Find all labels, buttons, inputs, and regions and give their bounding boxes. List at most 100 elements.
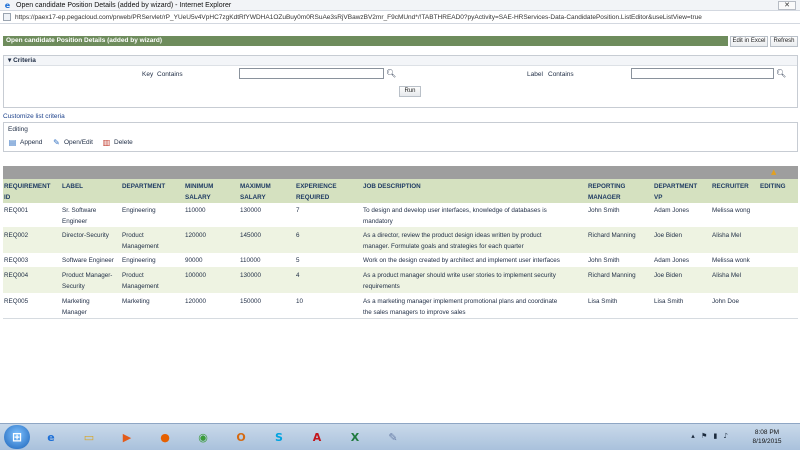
append-label: Append [20, 139, 43, 146]
window-title: Open candidate Position Details (added b… [16, 1, 232, 9]
col-recruiter[interactable]: RECRUITER [712, 181, 749, 192]
table-row[interactable]: REQ002 Director-Security Product Managem… [3, 227, 798, 253]
grid-toolbar [3, 166, 798, 179]
page-icon [3, 13, 11, 21]
cell-id: REQ002 [4, 232, 29, 239]
cell-id: REQ005 [4, 298, 29, 305]
cell-experience: 4 [296, 272, 300, 279]
table-row[interactable]: REQ004 Product Manager- Security Product… [3, 267, 798, 293]
label-search-icon[interactable]: 🔍︎ [776, 69, 786, 79]
col-reporting-manager-2: MANAGER [588, 194, 621, 201]
col-reporting-manager[interactable]: REPORTING [588, 181, 625, 192]
col-maximum-salary-2: SALARY [240, 194, 266, 201]
cell-min-salary: 100000 [185, 272, 207, 279]
cell-job-description: As a marketing manager implement promoti… [363, 298, 558, 305]
address-bar[interactable]: https://paex17-ep.pegacloud.com/prweb/PR… [0, 11, 800, 24]
delete-button[interactable]: ▥ Delete [102, 138, 133, 147]
chrome-taskbar-icon[interactable]: ◉ [190, 427, 216, 448]
col-minimum-salary[interactable]: MINIMUM [185, 181, 213, 192]
address-url[interactable]: https://paex17-ep.pegacloud.com/prweb/PR… [15, 14, 795, 21]
append-icon: ▤ [8, 138, 17, 147]
col-maximum-salary[interactable]: MAXIMUM [240, 181, 271, 192]
col-department-vp[interactable]: DEPARTMENT [654, 181, 697, 192]
cell-label: Product Manager- [62, 272, 113, 279]
cell-recruiter: Melissa wong [712, 207, 751, 214]
excel-taskbar-icon[interactable]: X [342, 427, 368, 448]
start-button[interactable]: ⊞ [4, 425, 30, 449]
collapse-icon[interactable]: ▾ [8, 57, 11, 64]
cell-job-description: Work on the design created by architect … [363, 257, 560, 264]
media-player-taskbar-icon[interactable]: ▶ [114, 427, 140, 448]
cell-department: Engineering [122, 257, 156, 264]
editing-panel: Editing ▤ Append ✎ Open/Edit ▥ Delete [3, 122, 798, 152]
key-search-input[interactable] [239, 68, 384, 79]
cell-id: REQ001 [4, 207, 29, 214]
col-requirement-id-2: ID [4, 194, 11, 201]
cell-job-description-2: manager. Formulate goals and strategies … [363, 243, 524, 250]
system-tray-icons[interactable]: ▴ ⚑ ▮ ♪ [691, 432, 730, 440]
cell-job-description-2: mandatory [363, 218, 393, 225]
col-experience-required[interactable]: EXPERIENCE [296, 181, 337, 192]
cell-reporting-manager: John Smith [588, 257, 620, 264]
col-job-description[interactable]: JOB DESCRIPTION [363, 181, 421, 192]
col-requirement-id[interactable]: REQUIREMENT [4, 181, 51, 192]
cell-reporting-manager: Richard Manning [588, 272, 636, 279]
append-button[interactable]: ▤ Append [8, 138, 43, 147]
firefox-taskbar-icon[interactable]: ● [152, 427, 178, 448]
col-department[interactable]: DEPARTMENT [122, 181, 165, 192]
cell-max-salary: 130000 [240, 207, 262, 214]
acrobat-taskbar-icon[interactable]: A [304, 427, 330, 448]
cell-department: Product [122, 272, 144, 279]
cell-job-description-2: requirements [363, 283, 400, 290]
col-department-vp-2: VP [654, 194, 663, 201]
customize-list-criteria-link[interactable]: Customize list criteria [3, 113, 65, 120]
run-button[interactable]: Run [399, 86, 421, 97]
cell-min-salary: 110000 [185, 207, 206, 214]
cell-job-description: As a director, review the product design… [363, 232, 542, 239]
cell-reporting-manager: John Smith [588, 207, 620, 214]
cell-department: Marketing [122, 298, 150, 305]
cell-department: Product [122, 232, 144, 239]
criteria-panel: ▾ Criteria Key Contains 🔍︎ Label Contain… [3, 55, 798, 108]
file-explorer-taskbar-icon[interactable]: ▭ [76, 427, 102, 448]
delete-icon: ▥ [102, 138, 111, 147]
taskbar-clock[interactable]: 8:08 PM 8/19/2015 [742, 428, 792, 446]
label-field-label: Label [527, 71, 543, 78]
internet-explorer-icon: e [4, 0, 11, 10]
cell-recruiter: Alisha Mel [712, 232, 742, 239]
key-search-icon[interactable]: 🔍︎ [386, 69, 396, 79]
skype-taskbar-icon[interactable]: S [266, 427, 292, 448]
col-label[interactable]: LABEL [62, 181, 83, 192]
cell-recruiter: Alisha Mel [712, 272, 742, 279]
outlook-taskbar-icon[interactable]: O [228, 427, 254, 448]
key-operator: Contains [157, 71, 183, 78]
cell-department-2: Management [122, 283, 159, 290]
refresh-button[interactable]: Refresh [770, 36, 798, 47]
cell-label-2: Security [62, 283, 85, 290]
sort-icon[interactable]: ▲ [771, 168, 779, 176]
internet-explorer-taskbar-icon[interactable]: e [38, 427, 64, 448]
grid-bottom-border [3, 318, 798, 319]
cell-min-salary: 90000 [185, 257, 203, 264]
table-row[interactable]: REQ001 Sr. Software Engineer Engineering… [3, 203, 798, 227]
cell-department-vp: Lisa Smith [654, 298, 684, 305]
table-row[interactable]: REQ003 Software Engineer Engineering 900… [3, 253, 798, 267]
label-search-input[interactable] [631, 68, 774, 79]
cell-department: Engineering [122, 207, 156, 214]
clock-date: 8/19/2015 [752, 438, 782, 445]
edit-in-excel-button[interactable]: Edit in Excel [730, 36, 768, 47]
criteria-header[interactable]: ▾ Criteria [4, 56, 797, 66]
open-edit-button[interactable]: ✎ Open/Edit [52, 138, 93, 147]
cell-label: Marketing [62, 298, 90, 305]
table-row[interactable]: REQ005 Marketing Manager Marketing 12000… [3, 293, 798, 318]
cell-department-vp: Adam Jones [654, 207, 690, 214]
delete-label: Delete [114, 139, 133, 146]
clock-time: 8:08 PM [754, 429, 780, 436]
tools-taskbar-icon[interactable]: ✎ [380, 427, 406, 448]
cell-max-salary: 110000 [240, 257, 261, 264]
cell-min-salary: 120000 [185, 232, 207, 239]
cell-id: REQ003 [4, 257, 29, 264]
cell-job-description: As a product manager should write user s… [363, 272, 556, 279]
cell-experience: 6 [296, 232, 300, 239]
close-window-button[interactable]: ✕ [778, 1, 796, 10]
